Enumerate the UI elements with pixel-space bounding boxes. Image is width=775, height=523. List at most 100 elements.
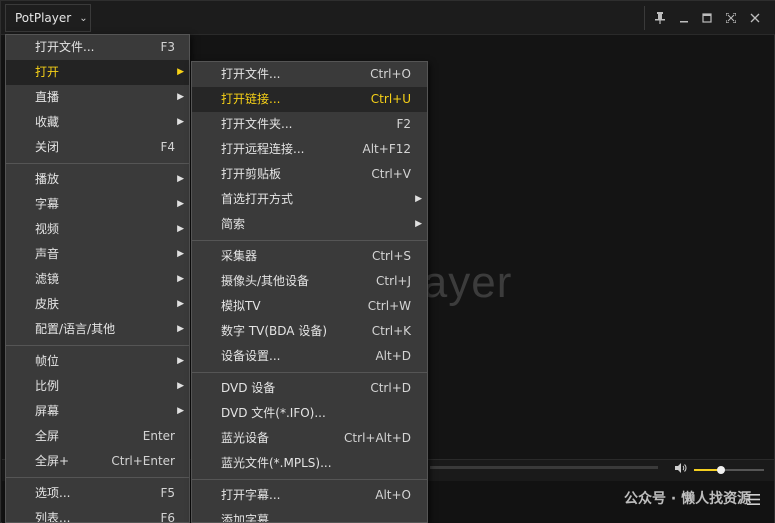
- submenu-arrow-icon: ▶: [177, 406, 184, 416]
- sub_menu-item[interactable]: 打开文件夹... F2: [192, 112, 427, 137]
- chevron-down-icon: ⌄: [79, 12, 88, 24]
- main_menu-item[interactable]: 选项... F5: [6, 481, 189, 506]
- submenu-arrow-icon: ▶: [177, 299, 184, 309]
- menu-item-label: 打开链接...: [221, 92, 281, 106]
- main_menu-item[interactable]: 全屏 Enter: [6, 424, 189, 449]
- main_menu-item[interactable]: 滤镜 ▶: [6, 267, 189, 292]
- sub_menu-item[interactable]: 添加字幕...: [192, 508, 427, 523]
- sub_menu-item[interactable]: 打开文件... Ctrl+O: [192, 62, 427, 87]
- volume-icon[interactable]: [675, 462, 687, 476]
- fullscreen-icon[interactable]: [722, 9, 740, 27]
- main_menu-item[interactable]: 帧位 ▶: [6, 349, 189, 374]
- context-submenu-open: 打开文件... Ctrl+O 打开链接... Ctrl+U 打开文件夹... F2 打开远程…: [191, 61, 428, 523]
- volume-knob[interactable]: [716, 466, 725, 474]
- menu-item-shortcut: Ctrl+S: [371, 249, 411, 263]
- menu-item-shortcut: Ctrl+V: [371, 167, 411, 181]
- menu-item-label: 添加字幕...: [221, 513, 281, 523]
- menu-item-label: 简索: [221, 217, 246, 231]
- submenu-arrow-icon: ▶: [177, 324, 184, 334]
- main_menu-item[interactable]: 全屏+ Ctrl+Enter: [6, 449, 189, 474]
- submenu-arrow-icon: ▶: [415, 219, 422, 229]
- menu-item-label: 数字 TV(BDA 设备): [221, 324, 328, 338]
- playlist-menu-icon[interactable]: [747, 494, 760, 509]
- menu-item-label: 屏幕: [35, 404, 60, 418]
- pin-icon[interactable]: [651, 9, 669, 27]
- menu-item-label: 比例: [35, 379, 60, 393]
- main_menu-item[interactable]: 字幕 ▶: [6, 192, 189, 217]
- menu-separator: [6, 160, 189, 167]
- submenu-arrow-icon: ▶: [177, 92, 184, 102]
- menu-item-label: 列表...: [35, 511, 71, 523]
- submenu-arrow-icon: ▶: [177, 224, 184, 234]
- main_menu-item[interactable]: 配置/语言/其他 ▶: [6, 317, 189, 342]
- menu-item-shortcut: F4: [160, 140, 175, 154]
- sub_menu-item[interactable]: 数字 TV(BDA 设备) Ctrl+K: [192, 319, 427, 344]
- menu-item-label: 字幕: [35, 197, 60, 211]
- main_menu-item[interactable]: 比例 ▶: [6, 374, 189, 399]
- main_menu-item[interactable]: 皮肤 ▶: [6, 292, 189, 317]
- submenu-arrow-icon: ▶: [177, 67, 184, 77]
- menu-item-shortcut: Ctrl+K: [371, 324, 411, 338]
- sub_menu-item[interactable]: 简索 ▶: [192, 212, 427, 237]
- menu-item-shortcut: F3: [160, 40, 175, 54]
- main_menu-item[interactable]: 播放 ▶: [6, 167, 189, 192]
- main_menu-item[interactable]: 声音 ▶: [6, 242, 189, 267]
- sub_menu-item[interactable]: 摄像头/其他设备 Ctrl+J: [192, 269, 427, 294]
- watermark-text: 公众号 · 懒人找资源: [624, 491, 752, 507]
- submenu-arrow-icon: ▶: [177, 117, 184, 127]
- menu-item-label: 收藏: [35, 115, 60, 129]
- sub_menu-item[interactable]: 设备设置... Alt+D: [192, 344, 427, 369]
- menu-item-label: 帧位: [35, 354, 60, 368]
- menu-separator: [192, 237, 427, 244]
- volume-slider[interactable]: [694, 466, 764, 474]
- main_menu-item[interactable]: 打开 ▶: [6, 60, 189, 85]
- menu-item-label: 播放: [35, 172, 60, 186]
- menu-item-label: 摄像头/其他设备: [221, 274, 310, 288]
- sub_menu-item[interactable]: 模拟TV Ctrl+W: [192, 294, 427, 319]
- menu-item-label: 配置/语言/其他: [35, 322, 116, 336]
- main_menu-item[interactable]: 直播 ▶: [6, 85, 189, 110]
- menu-item-label: 打开文件夹...: [221, 117, 293, 131]
- menu-separator: [6, 342, 189, 349]
- menu-separator: [192, 476, 427, 483]
- menu-item-shortcut: Ctrl+W: [367, 299, 411, 313]
- menu-item-label: 打开字幕...: [221, 488, 281, 502]
- sub_menu-item[interactable]: 打开远程连接... Alt+F12: [192, 137, 427, 162]
- app-menu-button[interactable]: PotPlayer ⌄: [5, 4, 91, 32]
- sub_menu-item[interactable]: 打开剪贴板 Ctrl+V: [192, 162, 427, 187]
- menu-item-label: 首选打开方式: [221, 192, 294, 206]
- menu-item-label: 打开文件...: [35, 40, 95, 54]
- sub_menu-item[interactable]: 蓝光文件(*.MPLS)...: [192, 451, 427, 476]
- submenu-arrow-icon: ▶: [177, 174, 184, 184]
- main_menu-item[interactable]: 打开文件... F3: [6, 35, 189, 60]
- app-name-label: PotPlayer: [15, 11, 72, 25]
- sub_menu-item[interactable]: 打开链接... Ctrl+U: [192, 87, 427, 112]
- menu-item-label: 打开文件...: [221, 67, 281, 81]
- sub_menu-item[interactable]: 蓝光设备 Ctrl+Alt+D: [192, 426, 427, 451]
- minimize-icon[interactable]: [675, 9, 693, 27]
- sub_menu-item[interactable]: DVD 设备 Ctrl+D: [192, 376, 427, 401]
- menu-item-shortcut: Ctrl+O: [370, 67, 411, 81]
- menu-item-label: 打开: [35, 65, 60, 79]
- sub_menu-item[interactable]: 采集器 Ctrl+S: [192, 244, 427, 269]
- main_menu-item[interactable]: 视频 ▶: [6, 217, 189, 242]
- context-menu-main: 打开文件... F3 打开 ▶ 直播 ▶ 收藏 ▶ 关闭 F4 播放 ▶ 字幕 ▶ 视频 ▶ 声音 ▶ 滤镜 ▶ 皮肤 ▶…: [5, 34, 190, 523]
- menu-item-shortcut: F2: [396, 117, 411, 131]
- title-bar: PotPlayer ⌄: [1, 1, 775, 35]
- menu-item-shortcut: Enter: [142, 429, 175, 443]
- main_menu-item[interactable]: 收藏 ▶: [6, 110, 189, 135]
- sub_menu-item[interactable]: 打开字幕... Alt+O: [192, 483, 427, 508]
- menu-item-label: 打开剪贴板: [221, 167, 282, 181]
- main_menu-item[interactable]: 关闭 F4: [6, 135, 189, 160]
- main_menu-item[interactable]: 列表... F6: [6, 506, 189, 523]
- menu-item-shortcut: F5: [160, 486, 175, 500]
- menu-item-label: 声音: [35, 247, 60, 261]
- sub_menu-item[interactable]: 首选打开方式 ▶: [192, 187, 427, 212]
- menu-item-shortcut: F6: [160, 511, 175, 523]
- submenu-arrow-icon: ▶: [415, 194, 422, 204]
- maximize-icon[interactable]: [698, 9, 716, 27]
- seek-track[interactable]: [430, 466, 658, 469]
- main_menu-item[interactable]: 屏幕 ▶: [6, 399, 189, 424]
- sub_menu-item[interactable]: DVD 文件(*.IFO)...: [192, 401, 427, 426]
- close-icon[interactable]: [746, 9, 764, 27]
